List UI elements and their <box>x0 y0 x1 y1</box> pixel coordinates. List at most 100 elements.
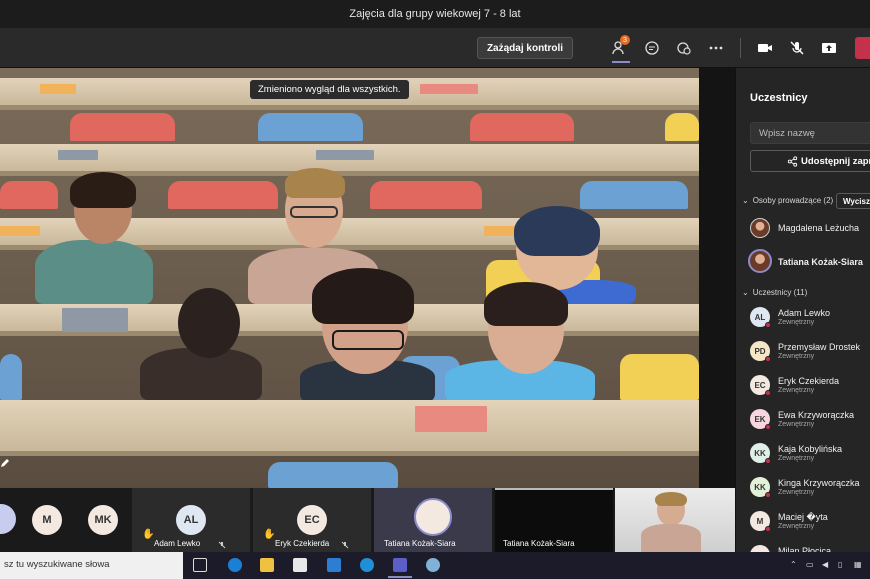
app-icon[interactable] <box>426 558 440 572</box>
avatar-initials: PD <box>754 346 766 356</box>
avatar: EK <box>750 409 771 430</box>
volume-icon[interactable]: ◀ <box>822 560 828 569</box>
video-tile[interactable]: EC ✋ Eryk Czekierda <box>253 488 371 552</box>
task-view-icon[interactable] <box>193 558 207 572</box>
participant-item[interactable]: EC Eryk Czekierda Zewnętrzny <box>750 372 870 400</box>
desk <box>433 144 638 176</box>
desk <box>75 400 328 456</box>
microphone-muted-icon[interactable] <box>787 38 807 58</box>
active-app-indicator <box>388 576 412 578</box>
avatar: M <box>750 511 771 532</box>
tray-chevron-icon[interactable]: ⌃ <box>790 560 797 569</box>
avatar: MP <box>750 545 770 552</box>
video-tile[interactable]: AL ✋ Adam Lewko <box>132 488 250 552</box>
share-icon <box>787 156 798 167</box>
store-icon[interactable] <box>293 558 307 572</box>
desk <box>0 400 75 456</box>
desk <box>578 400 699 456</box>
more-options-icon[interactable] <box>706 38 726 58</box>
participant-item[interactable]: KK Kinga Krzyworączka Zewnętrzny <box>750 474 870 502</box>
battery-icon[interactable]: ▯ <box>838 560 842 569</box>
participant-role: Zewnętrzny <box>778 353 815 360</box>
offline-status-icon <box>765 356 771 362</box>
avatar <box>414 498 452 536</box>
active-tab-indicator <box>612 61 630 63</box>
participant-name: Ewa Krzyworączka <box>778 410 855 420</box>
participant-name: Kaja Kobylińska <box>778 444 843 454</box>
chair <box>620 354 699 400</box>
chevron-down-icon: ⌄ <box>742 196 749 205</box>
participant-name: Adam Lewko <box>778 308 831 318</box>
avatar <box>748 249 772 273</box>
notebook <box>40 84 76 94</box>
participant-role: Zewnętrzny <box>778 489 815 496</box>
avatar: PD <box>750 341 771 362</box>
participant-item[interactable]: PD Przemysław Drostek Zewnętrzny <box>750 338 870 366</box>
video-stage: Zmieniono wygląd dla wszystkich. <box>0 68 699 488</box>
network-icon[interactable]: ▭ <box>806 560 814 569</box>
attendees-section-label: Uczestnicy (11) <box>752 288 808 297</box>
tile-name: Tatiana Kożak-Siara <box>384 539 456 548</box>
participant-item[interactable]: AL Adam Lewko Zewnętrzny <box>750 304 870 332</box>
chat-icon[interactable] <box>642 38 662 58</box>
participant-item[interactable]: KK Kaja Kobylińska Zewnętrzny <box>750 440 870 468</box>
share-invite-label: Udostępnij zapro <box>801 155 870 167</box>
avatar-m: M <box>32 505 62 535</box>
offline-status-icon <box>765 458 771 464</box>
participant-name: Eryk Czekierda <box>778 376 840 386</box>
desk <box>638 144 699 176</box>
chair <box>0 354 22 400</box>
participants-panel: Uczestnicy Wpisz nazwę Udostępnij zapro … <box>735 68 870 552</box>
participant-item[interactable]: MPMilan Płocica <box>750 542 870 552</box>
participant-item[interactable]: Tatiana Kożak-Siara <box>748 248 870 276</box>
chair <box>258 113 363 141</box>
share-screen-icon[interactable] <box>819 38 839 58</box>
offline-status-icon <box>765 526 771 532</box>
mic-off-icon <box>218 541 226 549</box>
teams-icon[interactable] <box>393 558 407 572</box>
participant-role: Zewnętrzny <box>778 455 815 462</box>
participant-item[interactable]: M Maciej �yta Zewnętrzny <box>750 508 870 536</box>
mute-all-button[interactable]: Wycisz w <box>836 193 870 209</box>
pencil-icon[interactable] <box>0 458 10 468</box>
chair <box>70 113 175 141</box>
offline-status-icon <box>765 424 771 430</box>
video-tile[interactable]: Tatiana Kożak-Siara <box>495 488 613 552</box>
camera-icon[interactable] <box>755 38 775 58</box>
stage-side-gap <box>699 68 735 488</box>
avatar: AL <box>750 307 771 328</box>
avatar: AL <box>176 505 206 535</box>
presenters-section-toggle[interactable]: ⌄ Osoby prowadzące (2) <box>742 196 833 205</box>
meeting-toolbar: Zażądaj kontroli 3 <box>0 28 870 68</box>
notebook <box>62 308 128 332</box>
avatar-initials: KK <box>754 482 766 492</box>
video-tile[interactable]: Tatiana Kożak-Siara <box>374 488 492 552</box>
notebook <box>415 406 487 432</box>
notebook <box>0 226 40 236</box>
taskbar-search-input[interactable]: sz tu wyszukiwane słowa <box>0 552 183 579</box>
language-icon[interactable]: ▦ <box>854 560 862 569</box>
participant-name: Kinga Krzyworączka <box>778 478 860 488</box>
request-control-button[interactable]: Zażądaj kontroli <box>477 37 573 59</box>
avatar-initials: KK <box>754 448 766 458</box>
participants-icon[interactable]: 3 <box>610 35 630 58</box>
share-invite-button[interactable]: Udostępnij zapro <box>750 150 870 172</box>
participant-item[interactable]: Magdalena Leżucha <box>750 215 870 243</box>
leave-button[interactable] <box>855 37 870 59</box>
raised-hand-icon: ✋ <box>142 529 155 540</box>
reactions-icon[interactable] <box>674 38 694 58</box>
edge-icon[interactable] <box>228 558 242 572</box>
attendees-section-toggle[interactable]: ⌄ Uczestnicy (11) <box>742 288 807 297</box>
file-explorer-icon[interactable] <box>260 558 274 572</box>
chair <box>268 462 398 488</box>
avatar-mk: MK <box>88 505 118 535</box>
mail-icon[interactable] <box>327 558 341 572</box>
participant-item[interactable]: EK Ewa Krzyworączka Zewnętrzny <box>750 406 870 434</box>
participant-search-input[interactable]: Wpisz nazwę <box>750 122 870 144</box>
browser-icon[interactable] <box>360 558 374 572</box>
tile-name: Adam Lewko <box>154 539 201 548</box>
notebook <box>420 84 478 94</box>
avatar <box>0 504 16 534</box>
avatar: EC <box>297 505 327 535</box>
self-video-tile[interactable] <box>615 488 735 552</box>
